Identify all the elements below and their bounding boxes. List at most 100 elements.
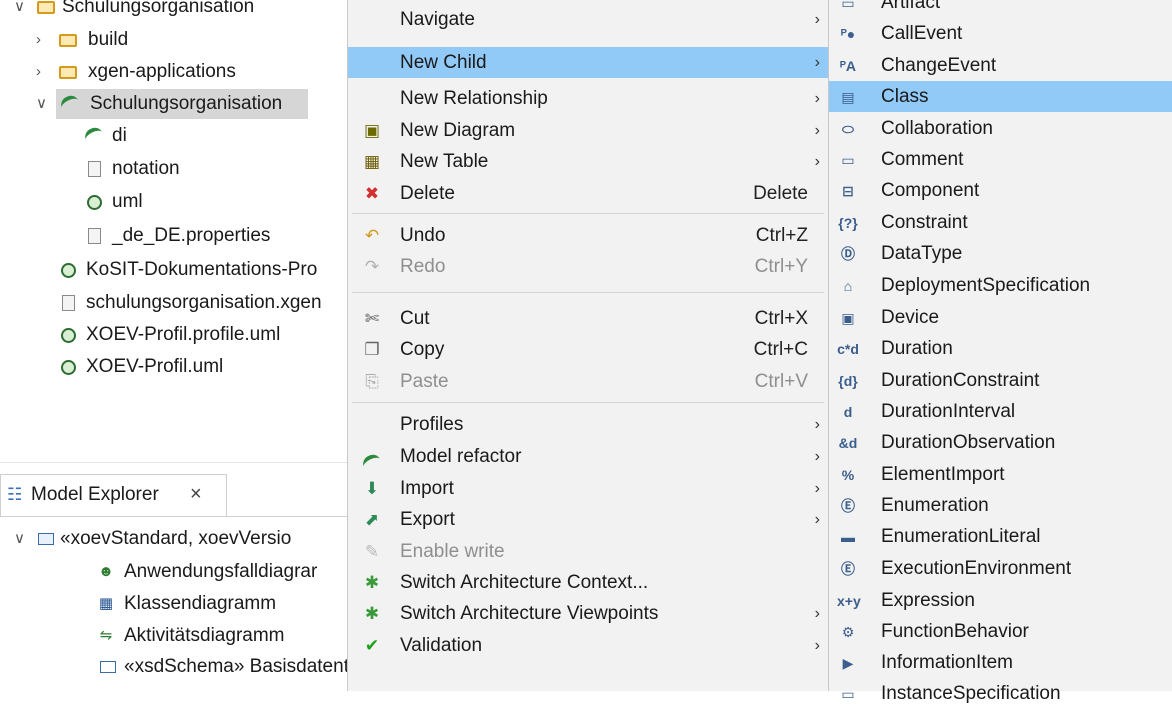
tree-item-kosit-dokumentation[interactable]: KoSIT-Dokumentations-Pro [0,255,347,285]
activity-diagram-icon: ⇋ [99,627,113,644]
chevron-down-icon[interactable]: ∨ [14,0,25,22]
menu-item-undo[interactable]: ↶ Undo Ctrl+Z [348,220,828,251]
tree-item-label: _de_DE.properties [112,225,271,246]
menu-item-model-refactor[interactable]: Model refactor › [348,441,828,475]
tree-item-label: di [112,125,127,146]
menu-item-export[interactable]: ⬈ Export › [348,504,828,535]
uml-file-icon [58,357,78,377]
device-icon: ▣ [841,310,855,326]
tree-item-uml[interactable]: uml [0,187,347,217]
menu-item-shortcut: Ctrl+V [754,371,808,392]
expression-icon: x+y [837,593,861,609]
tree-item-xoev-profil-profile[interactable]: XOEV-Profil.profile.uml [0,320,347,350]
papyrus-model-icon [360,447,384,475]
tree-item-schulungsorganisation-project[interactable]: ∨ Schulungsorganisation [0,0,347,22]
submenu-item-constraint[interactable]: {?} Constraint [829,207,1172,238]
menu-item-navigate[interactable]: Navigate › [348,4,828,35]
menu-item-enable-write[interactable]: ✎ Enable write [348,536,828,567]
menu-item-switch-architecture-viewpoints[interactable]: ✱ Switch Architecture Viewpoints › [348,598,828,629]
submenu-item-functionbehavior[interactable]: ⚙ FunctionBehavior [829,616,1172,647]
tree-item-label: Klassendiagramm [124,593,277,614]
submenu-item-callevent[interactable]: ᴾ● CallEvent [829,18,1172,49]
menu-item-label: Navigate [400,9,475,30]
submenu-arrow-icon: › [814,54,820,71]
chevron-right-icon[interactable]: › [36,25,41,55]
paste-icon: ⎘ [365,372,379,391]
papyrus-model-icon [82,124,106,148]
submenu-item-executionenvironment[interactable]: Ⓔ ExecutionEnvironment [829,553,1172,584]
submenu-item-changeevent[interactable]: ᴾA ChangeEvent [829,50,1172,81]
submenu-item-datatype[interactable]: Ⓓ DataType [829,238,1172,269]
class-icon: ▤ [841,89,855,105]
submenu-item-instancespecification[interactable]: ▭ InstanceSpecification [829,678,1172,709]
chevron-right-icon[interactable]: › [36,57,41,87]
chevron-down-icon[interactable]: ∨ [36,89,47,119]
duration-observation-icon: &d [838,435,858,451]
package-icon [36,529,56,549]
tree-item-de-properties[interactable]: _de_DE.properties [0,221,347,251]
menu-item-new-relationship[interactable]: New Relationship › [348,83,828,114]
menu-item-new-diagram[interactable]: ▣ New Diagram › [348,115,828,146]
submenu-item-artifact[interactable]: ▭ Artifact [829,0,1172,18]
tab-close-button[interactable]: × [190,483,202,506]
tree-item-label: KoSIT-Dokumentations-Pro [86,259,318,280]
tree-item-label: «xoevStandard, xoevVersio [60,528,292,549]
submenu-item-informationitem[interactable]: ▶ InformationItem [829,647,1172,678]
submenu-item-duration[interactable]: c*d Duration [829,333,1172,364]
submenu-item-elementimport[interactable]: % ElementImport [829,459,1172,490]
submenu-item-collaboration[interactable]: ⬭ Collaboration [829,113,1172,144]
submenu-item-deploymentspecification[interactable]: ⌂ DeploymentSpecification [829,270,1172,301]
submenu-item-enumerationliteral[interactable]: ▬ EnumerationLiteral [829,521,1172,552]
menu-item-paste[interactable]: ⎘ Paste Ctrl+V [348,366,828,397]
menu-item-profiles[interactable]: Profiles › [348,409,828,440]
menu-item-new-child[interactable]: New Child › [348,47,828,78]
tree-item-basisdatentypen[interactable]: «xsdSchema» Basisdatentypen [0,652,347,682]
tree-item-xoev-profil[interactable]: XOEV-Profil.uml [0,352,347,382]
folder-icon [58,62,78,82]
context-menu: Navigate › New Child › New Relationship … [347,0,829,691]
submenu-item-component[interactable]: ⊟ Component [829,175,1172,206]
component-icon: ⊟ [842,183,854,199]
uml-file-icon [84,192,104,212]
submenu-item-expression[interactable]: x+y Expression [829,585,1172,616]
tree-item-aktivitaetsdiagramm[interactable]: ⇋ Aktivitätsdiagramm [0,621,347,651]
menu-item-label: New Table [400,151,489,172]
tree-item-label: XOEV-Profil.profile.uml [86,324,281,345]
tree-item-xgen-applications[interactable]: › xgen-applications [0,57,347,87]
menu-item-switch-architecture-context[interactable]: ✱ Switch Architecture Context... [348,567,828,598]
menu-item-cut[interactable]: ✄ Cut Ctrl+X [348,303,828,334]
menu-item-validation[interactable]: ✔ Validation › [348,630,828,661]
submenu-item-durationobservation[interactable]: &d DurationObservation [829,427,1172,458]
tree-item-klassendiagramm[interactable]: ▦ Klassendiagramm [0,589,347,619]
menu-item-copy[interactable]: ❐ Copy Ctrl+C [348,334,828,365]
menu-item-delete[interactable]: ✖ Delete Delete [348,178,828,209]
comment-icon: ▭ [841,152,855,168]
tab-model-explorer[interactable]: ☷ Model Explorer × [0,474,227,517]
model-explorer-tree: ∨ «xoevStandard, xoevVersio ☻ Anwendungs… [0,517,347,691]
tree-item-build[interactable]: › build [0,25,347,55]
submenu-item-durationconstraint[interactable]: {d} DurationConstraint [829,365,1172,396]
tree-item-label: xgen-applications [88,61,236,82]
submenu-item-enumeration[interactable]: Ⓔ Enumeration [829,490,1172,521]
tree-item-schulungsorganisation-model[interactable]: ∨ Schulungsorganisation [0,89,347,119]
papyrus-model-icon [58,92,82,116]
tree-item-di[interactable]: di [0,121,347,151]
tree-item-anwendungsfalldiagramm[interactable]: ☻ Anwendungsfalldiagrar [0,557,347,587]
chevron-down-icon[interactable]: ∨ [14,524,25,554]
menu-item-import[interactable]: ⬇ Import › [348,473,828,504]
tree-item-notation[interactable]: notation [0,154,347,184]
submenu-item-durationinterval[interactable]: d DurationInterval [829,396,1172,427]
tree-item-schulungsorganisation-xgen[interactable]: schulungsorganisation.xgen [0,288,347,318]
menu-item-redo[interactable]: ↷ Redo Ctrl+Y [348,251,828,282]
execution-environment-icon: Ⓔ [841,561,855,577]
menu-item-new-table[interactable]: ▦ New Table › [348,146,828,177]
submenu-arrow-icon: › [814,448,820,465]
tree-item-xoev-standard[interactable]: ∨ «xoevStandard, xoevVersio [0,524,347,554]
submenu-item-class[interactable]: ▤ Class [829,81,1172,112]
tree-item-label: Schulungsorganisation [62,0,255,17]
call-event-icon: ᴾ● [840,26,856,42]
submenu-item-comment[interactable]: ▭ Comment [829,144,1172,175]
instance-specification-icon: ▭ [841,686,855,702]
uml-file-icon [58,260,78,280]
submenu-item-device[interactable]: ▣ Device [829,302,1172,333]
